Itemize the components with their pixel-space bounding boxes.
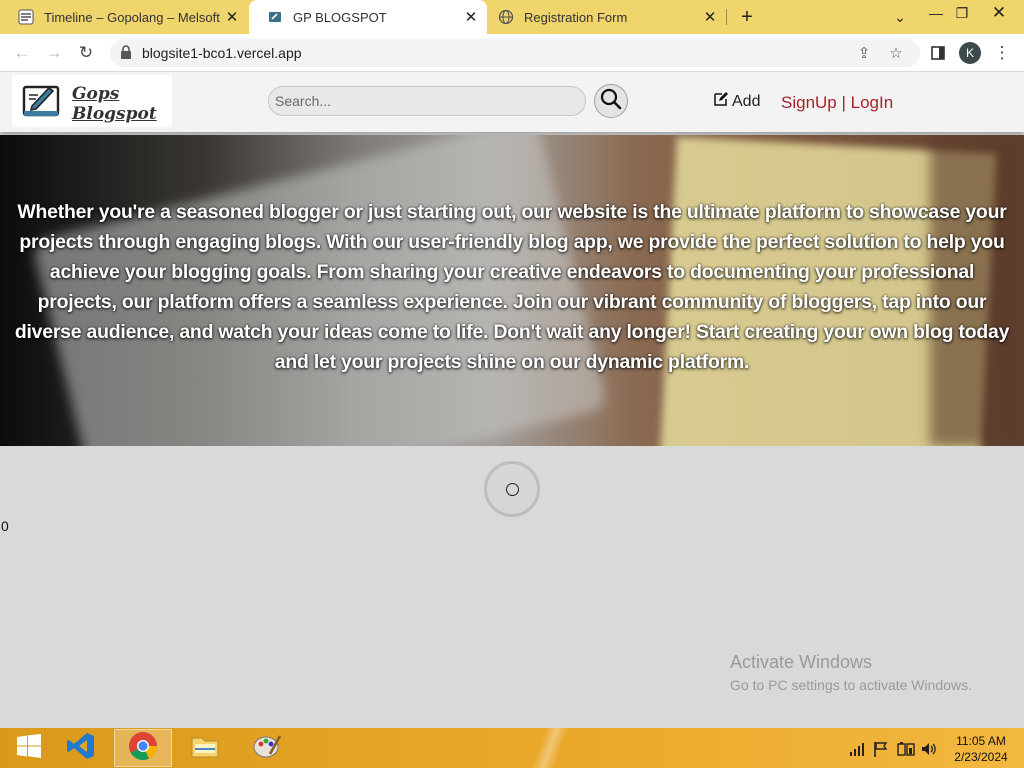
globe-icon xyxy=(498,9,514,25)
chrome-icon xyxy=(128,731,158,766)
signup-login-link[interactable]: SignUp | LogIn xyxy=(781,93,893,113)
taskbar-vscode[interactable] xyxy=(52,729,110,767)
hero-text: Whether you're a seasoned blogger or jus… xyxy=(14,201,1010,373)
start-button[interactable] xyxy=(0,729,58,767)
taskbar-clock[interactable]: 11:05 AM 2/23/2024 xyxy=(948,733,1014,765)
activate-windows-watermark: Activate Windows Go to PC settings to ac… xyxy=(730,652,972,693)
new-tab-button[interactable]: + xyxy=(736,6,758,28)
menu-kebab-icon[interactable]: ⋮ xyxy=(990,41,1014,65)
battery-icon[interactable] xyxy=(897,740,915,758)
edit-icon xyxy=(713,91,729,107)
add-label: Add xyxy=(732,93,761,110)
taskbar-paint[interactable] xyxy=(238,729,296,767)
lock-icon xyxy=(120,45,134,61)
tab-divider xyxy=(726,9,727,25)
close-tab-icon[interactable]: ✕ xyxy=(461,8,481,26)
wordpress-favicon-icon xyxy=(18,9,34,25)
loading-spinner xyxy=(484,461,540,517)
reload-button[interactable]: ↻ xyxy=(74,41,98,65)
hero-banner: Whether you're a seasoned blogger or jus… xyxy=(0,135,1024,446)
logo-text: Gops Blogspot xyxy=(72,84,157,124)
taskbar-chrome[interactable] xyxy=(114,729,172,767)
taskbar xyxy=(0,728,1024,768)
search-input[interactable] xyxy=(268,86,586,116)
share-icon[interactable]: ⇪ xyxy=(854,43,874,63)
network-signal-icon[interactable] xyxy=(849,740,867,758)
restore-button[interactable]: ❐ xyxy=(947,0,977,26)
taskbar-file-explorer[interactable] xyxy=(176,729,234,767)
tab-timeline[interactable]: Timeline – Gopolang – Melsoft A ✕ xyxy=(0,0,248,34)
browser-tab-strip: Timeline – Gopolang – Melsoft A ✕ GP BLO… xyxy=(0,0,1024,34)
bookmark-star-icon[interactable]: ☆ xyxy=(886,43,906,63)
watermark-title: Activate Windows xyxy=(730,652,873,672)
tab-label: Timeline – Gopolang – Melsoft A xyxy=(44,9,222,25)
search-icon xyxy=(600,88,622,115)
url-text: blogsite1-bco1.vercel.app xyxy=(142,45,302,61)
blog-favicon-icon xyxy=(267,9,283,25)
paint-palette-icon xyxy=(252,732,282,765)
close-window-button[interactable]: ✕ xyxy=(984,0,1014,26)
loading-indicator-icon xyxy=(506,483,519,496)
forward-button[interactable]: → xyxy=(42,41,66,65)
volume-icon[interactable] xyxy=(921,740,937,758)
back-button[interactable]: ← xyxy=(10,41,34,65)
tab-label: Registration Form xyxy=(524,9,628,25)
folder-icon xyxy=(190,732,220,765)
site-logo[interactable]: Gops Blogspot xyxy=(12,75,172,127)
close-tab-icon[interactable]: ✕ xyxy=(700,8,720,26)
post-count: 0 xyxy=(1,518,9,534)
tab-search-chevron-icon[interactable]: ⌄ xyxy=(885,4,915,30)
taskbar-decoration xyxy=(500,728,600,768)
url-bar[interactable]: blogsite1-bco1.vercel.app ⇪ ☆ xyxy=(110,39,920,67)
search-button[interactable] xyxy=(594,84,628,118)
clock-date: 2/23/2024 xyxy=(954,750,1008,764)
address-bar-row: ← → ↻ blogsite1-bco1.vercel.app ⇪ ☆ K ⋮ xyxy=(0,34,1024,72)
add-post-link[interactable]: Add xyxy=(713,90,760,114)
blog-logo-icon xyxy=(22,81,62,119)
tab-gp-blogspot[interactable]: GP BLOGSPOT ✕ xyxy=(249,0,487,34)
side-panel-icon[interactable] xyxy=(926,41,950,65)
profile-avatar[interactable]: K xyxy=(959,42,981,64)
site-header: Gops Blogspot Add SignUp | LogIn xyxy=(0,72,1024,132)
tab-registration-form[interactable]: Registration Form ✕ xyxy=(480,0,726,34)
clock-time: 11:05 AM xyxy=(956,734,1006,748)
tab-label: GP BLOGSPOT xyxy=(293,9,387,25)
watermark-subtitle: Go to PC settings to activate Windows. xyxy=(730,677,972,693)
action-center-flag-icon[interactable] xyxy=(873,740,889,758)
vscode-icon xyxy=(66,731,96,766)
close-tab-icon[interactable]: ✕ xyxy=(222,8,242,26)
windows-logo-icon xyxy=(16,733,42,763)
